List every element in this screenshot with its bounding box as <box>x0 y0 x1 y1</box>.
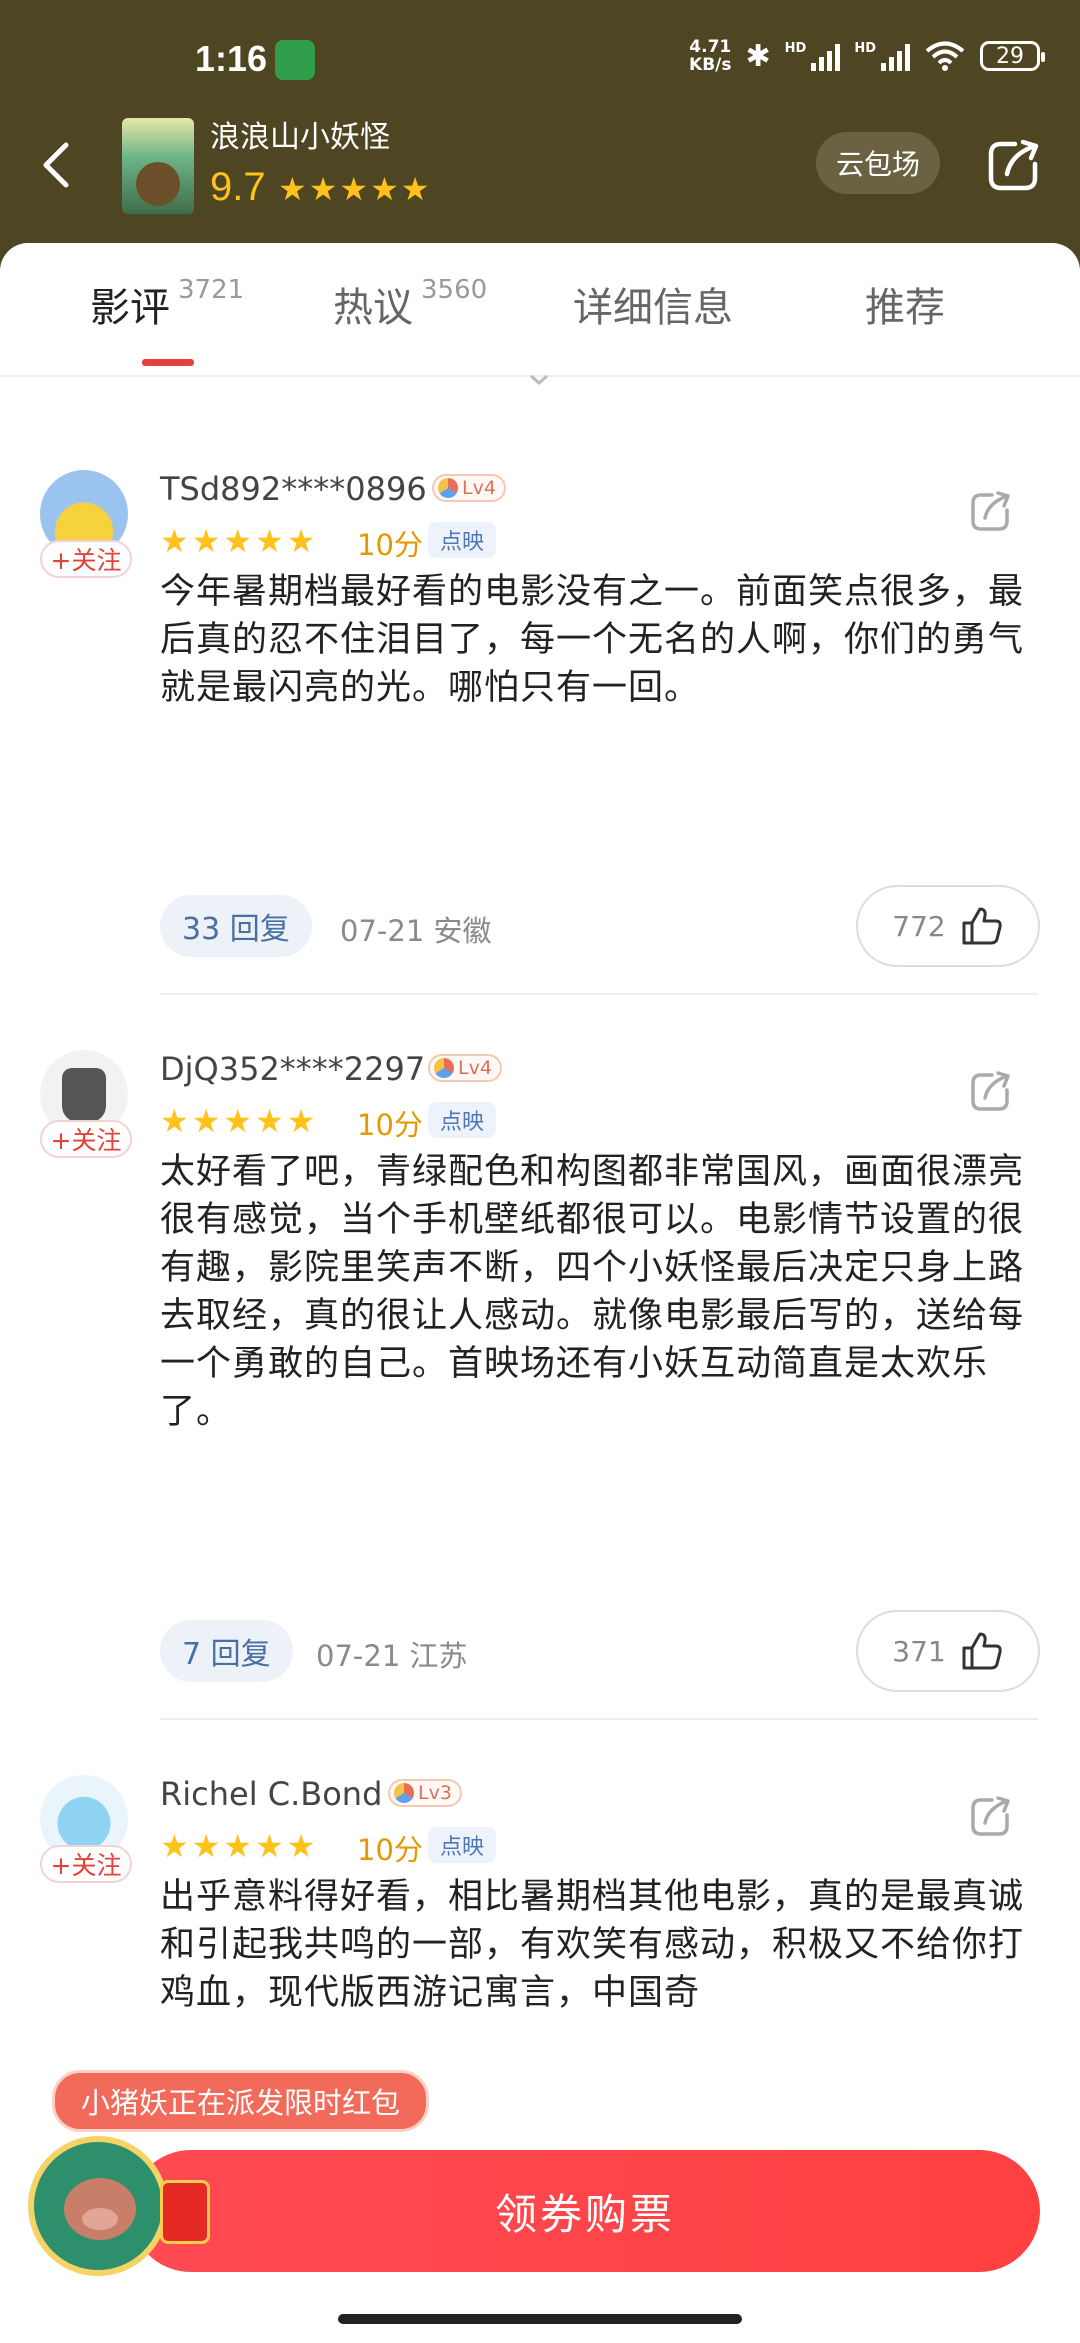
tab-active-indicator <box>142 359 194 366</box>
tab-details-label: 详细信息 <box>573 285 733 331</box>
rating-stars: ★★★★★ <box>160 522 319 560</box>
buy-ticket-button[interactable]: 领券购票 <box>130 2150 1040 2272</box>
battery-icon: 29 <box>980 41 1045 71</box>
level-icon <box>394 1783 414 1803</box>
promo-banner[interactable]: 小猪妖正在派发限时红包 <box>52 2070 430 2132</box>
like-count: 772 <box>892 909 946 943</box>
signal-icon-1: HD <box>785 41 841 71</box>
pig-mascot-icon[interactable] <box>28 2136 168 2276</box>
status-icons: 4.71 KB/s ✱ HD HD 29 <box>689 38 1045 74</box>
review-text[interactable]: 太好看了吧，青绿配色和构图都非常国风，画面很漂亮很有感觉，当个手机壁纸都很可以。… <box>160 1148 1030 1436</box>
movie-score: 9.7 <box>210 165 266 209</box>
chevron-down-icon[interactable] <box>528 373 550 387</box>
wifi-icon <box>925 41 965 71</box>
signal-icon-2: HD <box>854 41 910 71</box>
network-speed-value: 4.71 <box>689 37 732 57</box>
like-count: 371 <box>892 1634 946 1668</box>
tab-discussion-count: 3560 <box>421 275 488 305</box>
user-name[interactable]: Richel C.Bond <box>160 1775 382 1813</box>
rating-score: 10分 <box>357 1833 423 1867</box>
share-icon[interactable] <box>968 490 1012 534</box>
tab-recommend[interactable]: 推荐 <box>865 275 945 333</box>
share-icon[interactable] <box>985 138 1041 194</box>
home-indicator[interactable] <box>338 2314 742 2324</box>
tab-recommend-label: 推荐 <box>865 285 945 331</box>
red-envelope-icon[interactable] <box>160 2180 210 2244</box>
level-badge: Lv4 <box>432 474 506 502</box>
level-label: Lv4 <box>462 477 496 499</box>
user-name[interactable]: DjQ352****2297 <box>160 1050 425 1088</box>
cloud-booking-button[interactable]: 云包场 <box>816 132 940 194</box>
hd-label-2: HD <box>854 41 876 56</box>
reply-button[interactable]: 33 回复 <box>160 895 312 957</box>
movie-poster[interactable] <box>122 118 194 214</box>
source-tag: 点映 <box>428 522 497 558</box>
tab-discussion[interactable]: 热议 3560 <box>333 275 487 333</box>
movie-rating-stars: ★★★★★ <box>278 170 432 208</box>
tab-reviews-count: 3721 <box>178 275 245 305</box>
like-button[interactable]: 772 <box>856 885 1040 967</box>
tab-discussion-label: 热议 <box>333 285 413 331</box>
network-speed: 4.71 KB/s <box>689 38 731 74</box>
review-text[interactable]: 今年暑期档最好看的电影没有之一。前面笑点很多，最后真的忍不住泪目了，每一个无名的… <box>160 568 1030 712</box>
source-tag: 点映 <box>428 1102 497 1138</box>
network-speed-unit: KB/s <box>689 55 732 75</box>
tab-reviews[interactable]: 影评 3721 <box>90 275 244 333</box>
tab-details[interactable]: 详细信息 <box>573 275 733 333</box>
tab-bar: 影评 3721 热议 3560 详细信息 推荐 <box>0 243 1080 377</box>
level-icon <box>434 1058 454 1078</box>
share-icon[interactable] <box>968 1070 1012 1114</box>
user-name[interactable]: TSd892****0896 <box>160 470 427 508</box>
level-label: Lv3 <box>418 1782 452 1804</box>
hd-label-1: HD <box>784 41 807 56</box>
rating-stars: ★★★★★ <box>160 1102 319 1140</box>
review-text[interactable]: 出乎意料得好看，相比暑期档其他电影，真的是最真诚和引起我共鸣的一部，有欢笑有感动… <box>160 1873 1030 2017</box>
source-tag: 点映 <box>428 1827 497 1863</box>
rating-score: 10分 <box>357 1108 423 1142</box>
reply-button[interactable]: 7 回复 <box>160 1620 293 1682</box>
thumbs-up-icon <box>962 1632 1002 1670</box>
status-bar: 1:16 4.71 KB/s ✱ HD HD 29 <box>0 0 1080 120</box>
notification-app-icon <box>275 40 315 80</box>
bluetooth-icon: ✱ <box>745 38 771 74</box>
share-icon[interactable] <box>968 1795 1012 1839</box>
level-label: Lv4 <box>458 1057 492 1079</box>
follow-button[interactable]: +关注 <box>40 540 132 578</box>
level-badge: Lv3 <box>388 1779 462 1807</box>
rating-score: 10分 <box>357 528 423 562</box>
divider <box>160 993 1038 995</box>
movie-title: 浪浪山小妖怪 <box>210 120 390 155</box>
level-icon <box>438 478 458 498</box>
tab-reviews-label: 影评 <box>90 285 170 331</box>
follow-button[interactable]: +关注 <box>40 1120 132 1158</box>
follow-button[interactable]: +关注 <box>40 1845 132 1883</box>
divider <box>160 1718 1038 1720</box>
review-meta: 07-21 江苏 <box>316 1639 468 1673</box>
rating-stars: ★★★★★ <box>160 1827 319 1865</box>
status-time: 1:16 <box>195 38 268 79</box>
back-arrow-icon[interactable] <box>30 135 80 195</box>
like-button[interactable]: 371 <box>856 1610 1040 1692</box>
review-meta: 07-21 安徽 <box>340 914 492 948</box>
thumbs-up-icon <box>962 907 1002 945</box>
level-badge: Lv4 <box>428 1054 502 1082</box>
